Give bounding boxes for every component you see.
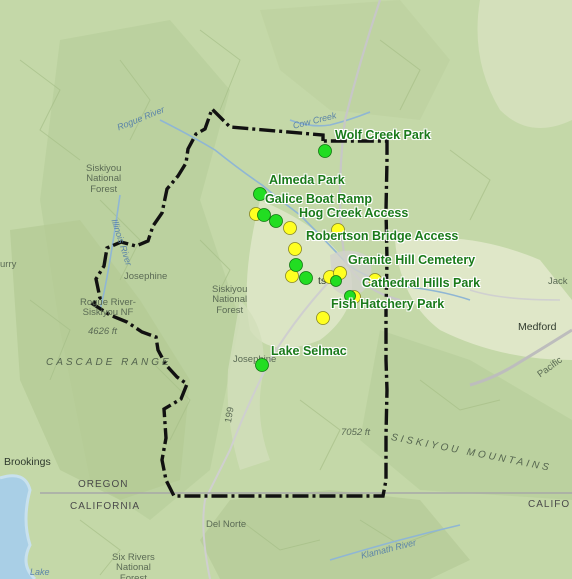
park-marker-robertson[interactable] [289,258,303,272]
park-marker-wolf-creek[interactable] [318,144,332,158]
park-label-granite-hill[interactable]: Granite Hill Cemetery [348,254,475,267]
park-label-hog-creek-access[interactable]: Hog Creek Access [299,207,408,220]
park-label-robertson-bridge[interactable]: Robertson Bridge Access [306,230,458,243]
park-label-almeda[interactable]: Almeda Park [269,174,345,187]
park-label-fish-hatchery[interactable]: Fish Hatchery Park [331,298,444,311]
park-marker-hog-creek[interactable] [269,214,283,228]
park-label-wolf-creek[interactable]: Wolf Creek Park [335,129,431,142]
park-label-galice-boat-ramp[interactable]: Galice Boat Ramp [265,193,372,206]
map-view[interactable]: Siskiyou National Forest Siskiyou Nation… [0,0,572,579]
park-label-cathedral-hills[interactable]: Cathedral Hills Park [362,277,480,290]
park-marker-layer [253,144,356,372]
park-marker-galice[interactable] [257,208,271,222]
park-label-lake-selmac[interactable]: Lake Selmac [271,345,347,358]
park-marker-granite-hill[interactable] [299,271,313,285]
park-marker-lake-selmac[interactable] [255,358,269,372]
park-marker-cathedral-hills[interactable] [330,275,342,287]
